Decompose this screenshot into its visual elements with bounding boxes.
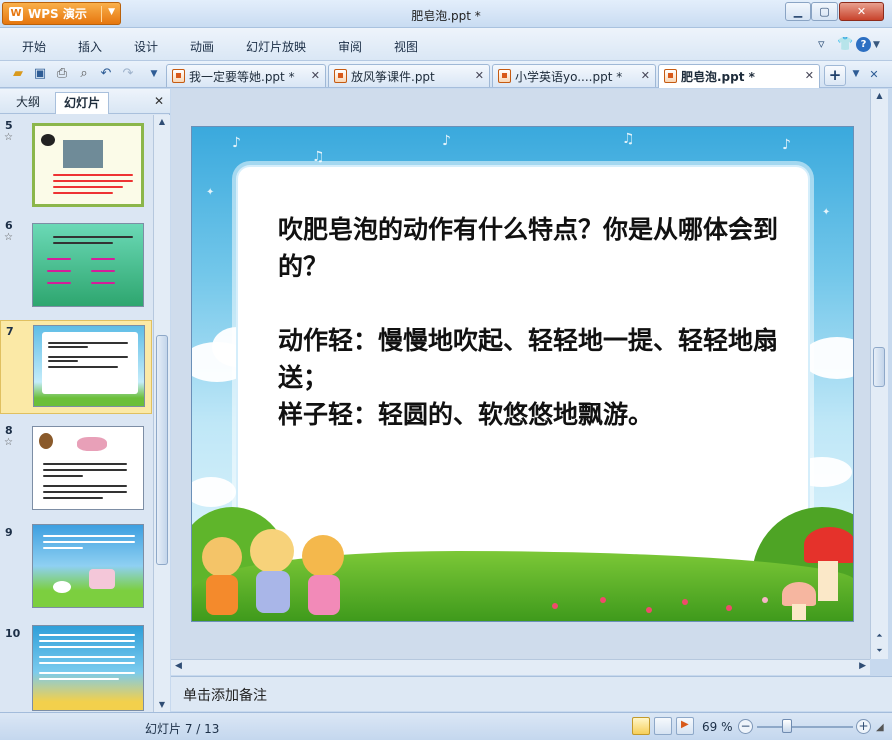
horizontal-scrollbar[interactable]: ◀ ▶ <box>171 659 870 675</box>
slide-thumb-row[interactable]: 10 <box>0 623 152 712</box>
animation-star-icon: ☆ <box>4 232 13 243</box>
zoom-in-button[interactable]: + <box>856 719 871 734</box>
doc-tab-1[interactable]: 我一定要等她.ppt * ✕ <box>166 64 326 87</box>
scroll-up-icon[interactable]: ▲ <box>154 115 170 129</box>
chevron-down-icon[interactable]: ▿ <box>818 37 825 52</box>
close-tab-icon[interactable]: ✕ <box>805 69 814 82</box>
scrollbar-thumb[interactable] <box>156 335 168 565</box>
slide-thumbnail-list: 5 ☆ 6 ☆ 7 8 ☆ 9 10 <box>0 115 152 712</box>
title-bar: W WPS 演示 ▼ 肥皂泡.ppt * ▁ ▢ ✕ <box>0 0 892 28</box>
doc-tab-3[interactable]: 小学英语yo....ppt * ✕ <box>492 64 656 87</box>
animation-star-icon: ☆ <box>4 132 13 143</box>
menu-slideshow[interactable]: 幻灯片放映 <box>246 38 306 55</box>
play-icon: ▶ <box>681 719 689 730</box>
scrollbar-thumb[interactable] <box>873 347 885 387</box>
ppt-file-icon <box>664 69 677 83</box>
scroll-left-icon[interactable]: ◀ <box>175 661 182 671</box>
zoom-level: 69 % <box>702 720 733 734</box>
menu-bar: 开始 插入 设计 动画 幻灯片放映 审阅 视图 ▿ 👕 ? ▼ <box>0 28 892 61</box>
notes-placeholder: 单击添加备注 <box>183 688 267 704</box>
slide-thumb-row[interactable]: 8 ☆ <box>0 420 152 518</box>
tab-list-dropdown-icon[interactable]: ▼ <box>848 66 864 82</box>
slide-thumb-row[interactable]: 9 <box>0 522 152 618</box>
scroll-down-icon[interactable]: ▼ <box>154 698 170 712</box>
ppt-file-icon <box>172 69 185 83</box>
slide-sorter-view-button[interactable] <box>654 717 672 735</box>
tab-outline[interactable]: 大纲 <box>8 92 48 114</box>
slide-textbox[interactable]: 吹肥皂泡的动作有什么特点？你是从哪体会到的？ 动作轻：慢慢地吹起、轻轻地一提、轻… <box>278 211 788 433</box>
help-dropdown-icon[interactable]: ▼ <box>873 40 880 50</box>
slide-position: 幻灯片 7 / 13 <box>145 722 220 736</box>
quick-toolbar: ▰ ▣ ⎙ ⌕ ↶ ↷ ▼ 我一定要等她.ppt * ✕ 放风筝课件.ppt ✕… <box>0 61 892 88</box>
slideshow-view-button[interactable]: ▶ <box>676 717 694 735</box>
scroll-up-icon[interactable]: ▲ <box>871 89 888 103</box>
slides-panel: 大纲 幻灯片 ✕ 5 ☆ 6 ☆ 7 8 ☆ 9 10 ▲ ▼ <box>0 89 170 712</box>
menu-review[interactable]: 审阅 <box>338 38 362 55</box>
close-tab-icon[interactable]: ✕ <box>311 69 320 82</box>
minimize-button[interactable]: ▁ <box>785 2 811 21</box>
new-tab-button[interactable]: + <box>824 65 846 86</box>
redo-icon[interactable]: ↷ <box>120 66 136 82</box>
menu-home[interactable]: 开始 <box>22 38 46 55</box>
scroll-right-icon[interactable]: ▶ <box>859 661 866 671</box>
fit-window-icon[interactable]: ◢ <box>876 722 884 733</box>
music-note-icon: ♪ <box>232 135 241 151</box>
music-note-icon: ♪ <box>442 133 451 149</box>
zoom-out-button[interactable]: − <box>738 719 753 734</box>
slide-thumb-row-selected[interactable]: 7 <box>0 320 152 414</box>
print-icon[interactable]: ⎙ <box>54 66 70 82</box>
open-folder-icon[interactable]: ▰ <box>10 66 26 82</box>
close-tab-icon[interactable]: ✕ <box>641 69 650 82</box>
menu-animation[interactable]: 动画 <box>190 38 214 55</box>
close-document-icon[interactable]: ✕ <box>866 67 882 83</box>
shirt-skin-icon[interactable]: 👕 <box>837 37 853 52</box>
maximize-button[interactable]: ▢ <box>811 2 838 21</box>
close-panel-icon[interactable]: ✕ <box>154 94 164 108</box>
slide-thumb-row[interactable]: 5 ☆ <box>0 115 152 213</box>
slide-question: 吹肥皂泡的动作有什么特点？你是从哪体会到的？ <box>278 215 779 281</box>
window-title: 肥皂泡.ppt * <box>411 9 481 23</box>
help-icon[interactable]: ? <box>856 37 871 52</box>
music-note-icon: ♫ <box>312 149 325 165</box>
slide-thumbnail <box>32 426 144 510</box>
slide-thumbnail <box>32 123 144 207</box>
zoom-slider-track[interactable] <box>757 726 853 728</box>
panel-tabs: 大纲 幻灯片 ✕ <box>0 89 170 114</box>
slide-thumbnail <box>32 625 144 711</box>
doc-tab-active[interactable]: 肥皂泡.ppt * ✕ <box>658 64 820 88</box>
slide-thumbnail <box>32 524 144 608</box>
sparkle-icon: ✦ <box>206 187 215 198</box>
undo-icon[interactable]: ↶ <box>98 66 114 82</box>
tab-slides[interactable]: 幻灯片 <box>55 92 110 114</box>
close-window-button[interactable]: ✕ <box>839 2 884 21</box>
close-tab-icon[interactable]: ✕ <box>475 69 484 82</box>
notes-pane[interactable]: 单击添加备注 <box>171 676 892 711</box>
slide-thumb-row[interactable]: 6 ☆ <box>0 215 152 313</box>
menu-insert[interactable]: 插入 <box>78 38 102 55</box>
print-preview-icon[interactable]: ⌕ <box>76 66 92 82</box>
next-slide-icon[interactable]: ⏷ <box>871 644 888 658</box>
slides-panel-scrollbar[interactable]: ▲ ▼ <box>153 115 170 712</box>
slide-thumbnail <box>32 223 144 307</box>
music-note-icon: ♫ <box>622 131 635 147</box>
sparkle-icon: ✦ <box>822 207 831 218</box>
toolbar-dropdown-icon[interactable]: ▼ <box>146 66 162 82</box>
slide-answer-1: 动作轻：慢慢地吹起、轻轻地一提、轻轻地扇送； <box>278 326 779 392</box>
slide-answer-2: 样子轻：轻圆的、软悠悠地飘游。 <box>278 400 654 429</box>
current-slide[interactable]: ♪ ♫ ♪ ♫ ♪ ✦ ✦ 吹肥皂泡的动作有什么特点？你是从哪体会到的？ 动作轻… <box>191 126 854 622</box>
ppt-file-icon <box>334 69 347 83</box>
music-note-icon: ♪ <box>782 137 791 153</box>
main-scrollbar[interactable]: ▲ ⏶ ⏷ <box>870 89 888 659</box>
zoom-slider-knob[interactable] <box>781 719 792 733</box>
menu-view[interactable]: 视图 <box>394 38 418 55</box>
save-icon[interactable]: ▣ <box>32 66 48 82</box>
normal-view-button[interactable] <box>632 717 650 735</box>
animation-star-icon: ☆ <box>4 437 13 448</box>
doc-tab-2[interactable]: 放风筝课件.ppt ✕ <box>328 64 490 87</box>
menu-design[interactable]: 设计 <box>134 38 158 55</box>
status-bar: 幻灯片 7 / 13 ▶ 69 % − + ◢ <box>0 712 892 740</box>
slide-thumbnail <box>33 325 145 407</box>
previous-slide-icon[interactable]: ⏶ <box>871 629 888 643</box>
ppt-file-icon <box>498 69 511 83</box>
